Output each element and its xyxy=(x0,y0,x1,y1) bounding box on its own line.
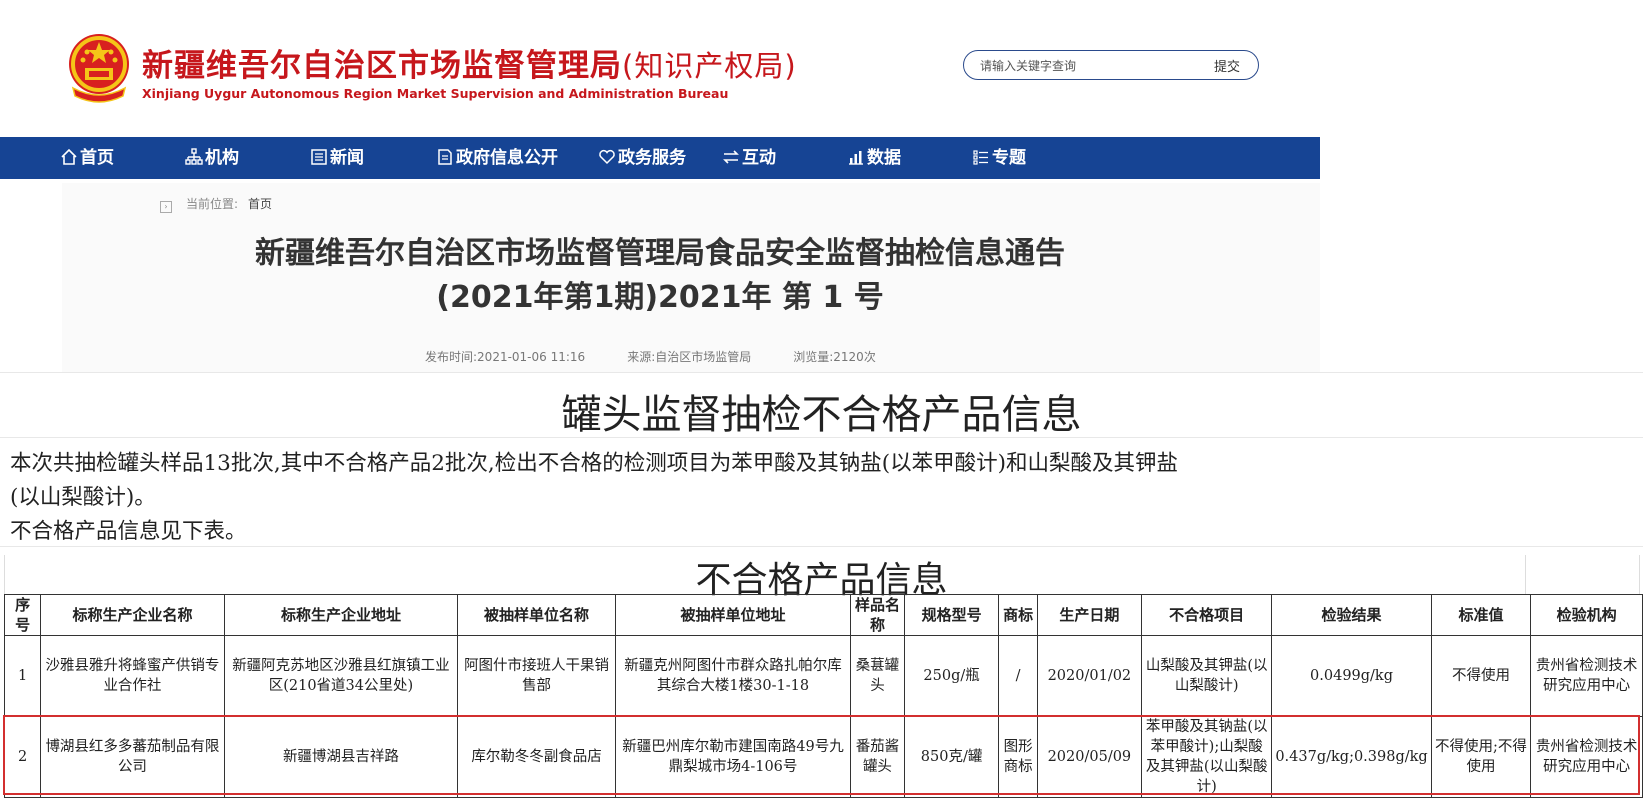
nav-label: 首页 xyxy=(80,148,114,168)
table-cell: 2020/05/09 xyxy=(1036,716,1143,798)
news-icon xyxy=(311,149,327,165)
table-cell: 2 xyxy=(3,716,42,798)
table-cell: 博湖县红多多蕃茄制品有限公司 xyxy=(40,716,225,798)
search-input[interactable] xyxy=(978,56,1182,76)
nonconforming-products-table: 序号 标称生产企业名称 标称生产企业地址 被抽样单位名称 被抽样单位地址 样品名… xyxy=(3,594,1643,798)
column-header: 检验机构 xyxy=(1530,594,1643,636)
nav-item-org[interactable]: 机构 xyxy=(185,137,239,179)
table-cell: 沙雅县雅升将蜂蜜产供销专业合作社 xyxy=(40,635,225,717)
nav-label: 新闻 xyxy=(330,148,364,168)
table-cell: / xyxy=(998,635,1038,717)
nav-label: 互动 xyxy=(742,148,776,168)
site-title: 新疆维吾尔自治区市场监督管理局(知识产权局) xyxy=(142,40,797,85)
exchange-icon xyxy=(723,150,739,164)
site-title-suffix: (知识产权局) xyxy=(622,49,797,83)
search-box: 提交 xyxy=(963,50,1259,80)
table-cell: 图形商标 xyxy=(998,716,1038,798)
paragraph-line: 本次共抽检罐头样品13批次,其中不合格产品2批次,检出不合格的检测项目为苯甲酸及… xyxy=(10,451,1178,476)
national-emblem-icon xyxy=(69,34,129,103)
bar-chart-icon xyxy=(849,151,863,165)
article-title-line2: (2021年第1期)2021年 第 1 号 xyxy=(436,280,884,315)
nav-label: 政务服务 xyxy=(618,148,686,168)
document-icon xyxy=(438,149,452,165)
paragraph-line: (以山梨酸计)。 xyxy=(10,485,156,510)
document-title: 罐头监督抽检不合格产品信息 xyxy=(561,392,1082,438)
table-cell: 山梨酸及其钾盐(以山梨酸计) xyxy=(1141,635,1273,717)
heart-icon xyxy=(599,149,615,165)
table-cell: 不得使用 xyxy=(1430,635,1532,717)
nav-item-news[interactable]: 新闻 xyxy=(310,137,364,179)
paragraph-line: 不合格产品信息见下表。 xyxy=(10,519,247,544)
column-header: 不合格项目 xyxy=(1141,594,1273,636)
nav-item-interaction[interactable]: 互动 xyxy=(722,137,776,179)
table-header-row: 序号 标称生产企业名称 标称生产企业地址 被抽样单位名称 被抽样单位地址 样品名… xyxy=(3,594,1643,636)
article-meta: 发布时间:2021-01-06 11:16 来源:自治区市场监管局 浏览量:2120… xyxy=(425,348,918,365)
column-header: 被抽样单位名称 xyxy=(457,594,616,636)
table-cell: 不得使用;不得使用 xyxy=(1430,716,1532,798)
nav-label: 数据 xyxy=(867,148,901,168)
home-icon xyxy=(61,148,77,165)
breadcrumb-home-link[interactable]: 首页 xyxy=(248,197,272,211)
table-cell: 桑葚罐头 xyxy=(850,635,905,717)
nav-label: 政府信息公开 xyxy=(456,148,558,168)
site-title-english: Xinjiang Uygur Autonomous Region Market … xyxy=(142,86,729,101)
column-header: 检验结果 xyxy=(1271,594,1432,636)
column-header: 序号 xyxy=(3,594,42,636)
search-submit-button[interactable]: 提交 xyxy=(1214,56,1240,75)
column-header: 标称生产企业地址 xyxy=(223,594,459,636)
column-header: 样品名称 xyxy=(850,594,905,636)
location-icon: › xyxy=(160,201,172,213)
nav-label: 机构 xyxy=(205,148,239,168)
table-cell: 0.0499g/kg xyxy=(1271,635,1432,717)
column-header: 标称生产企业名称 xyxy=(40,594,225,636)
column-header: 生产日期 xyxy=(1036,594,1143,636)
table-row: 2 博湖县红多多蕃茄制品有限公司 新疆博湖县吉祥路 库尔勒冬冬副食品店 新疆巴州… xyxy=(3,716,1643,798)
table-cell: 库尔勒冬冬副食品店 xyxy=(457,716,616,798)
table-cell: 新疆博湖县吉祥路 xyxy=(223,716,459,798)
column-header: 商标 xyxy=(998,594,1038,636)
table-cell: 番茄酱罐头 xyxy=(850,716,905,798)
article-source: 来源:自治区市场监管局 xyxy=(627,350,752,364)
nav-label: 专题 xyxy=(992,148,1026,168)
divider xyxy=(0,437,1643,438)
table-cell: 新疆阿克苏地区沙雅县红旗镇工业区(210省道34公里处) xyxy=(223,635,459,717)
column-header: 被抽样单位地址 xyxy=(614,594,852,636)
list-icon xyxy=(973,150,988,165)
table-row: 1 沙雅县雅升将蜂蜜产供销专业合作社 新疆阿克苏地区沙雅县红旗镇工业区(210省… xyxy=(3,635,1643,717)
breadcrumb: › 当前位置: 首页 xyxy=(160,195,272,213)
nav-item-home[interactable]: 首页 xyxy=(60,137,114,179)
column-header: 规格型号 xyxy=(903,594,1000,636)
table-cell: 新疆克州阿图什市群众路扎帕尔库其综合大楼1楼30-1-18 xyxy=(614,635,852,717)
table-cell: 1 xyxy=(3,635,42,717)
table-cell: 850克/罐 xyxy=(903,716,1000,798)
org-chart-icon xyxy=(185,148,203,165)
table-cell: 贵州省检测技术研究应用中心 xyxy=(1530,716,1643,798)
publish-time: 发布时间:2021-01-06 11:16 xyxy=(425,350,586,364)
divider xyxy=(0,372,1643,373)
main-nav: 首页 机构 新闻 政府信息公开 政务服务 互动 数据 专题 xyxy=(0,137,1320,179)
table-cell: 250g/瓶 xyxy=(903,635,1000,717)
nav-item-gov-info[interactable]: 政府信息公开 xyxy=(436,137,558,179)
divider xyxy=(0,546,1643,547)
breadcrumb-label: 当前位置: xyxy=(186,197,239,211)
table-cell: 苯甲酸及其钠盐(以苯甲酸计);山梨酸及其钾盐(以山梨酸计) xyxy=(1141,716,1273,798)
nav-item-topics[interactable]: 专题 xyxy=(972,137,1026,179)
column-header: 标准值 xyxy=(1430,594,1532,636)
table-cell: 0.437g/kg;0.398g/kg xyxy=(1271,716,1432,798)
nav-item-data[interactable]: 数据 xyxy=(847,137,901,179)
nav-item-services[interactable]: 政务服务 xyxy=(598,137,686,179)
article-title-line1: 新疆维吾尔自治区市场监督管理局食品安全监督抽检信息通告 xyxy=(255,236,1065,271)
view-count: 浏览量:2120次 xyxy=(793,350,876,364)
table-cell: 2020/01/02 xyxy=(1036,635,1143,717)
table-cell: 阿图什市接班人干果销售部 xyxy=(457,635,616,717)
table-cell: 新疆巴州库尔勒市建国南路49号九鼎梨城市场4-106号 xyxy=(614,716,852,798)
site-title-main: 新疆维吾尔自治区市场监督管理局 xyxy=(142,48,622,84)
table-cell: 贵州省检测技术研究应用中心 xyxy=(1530,635,1643,717)
